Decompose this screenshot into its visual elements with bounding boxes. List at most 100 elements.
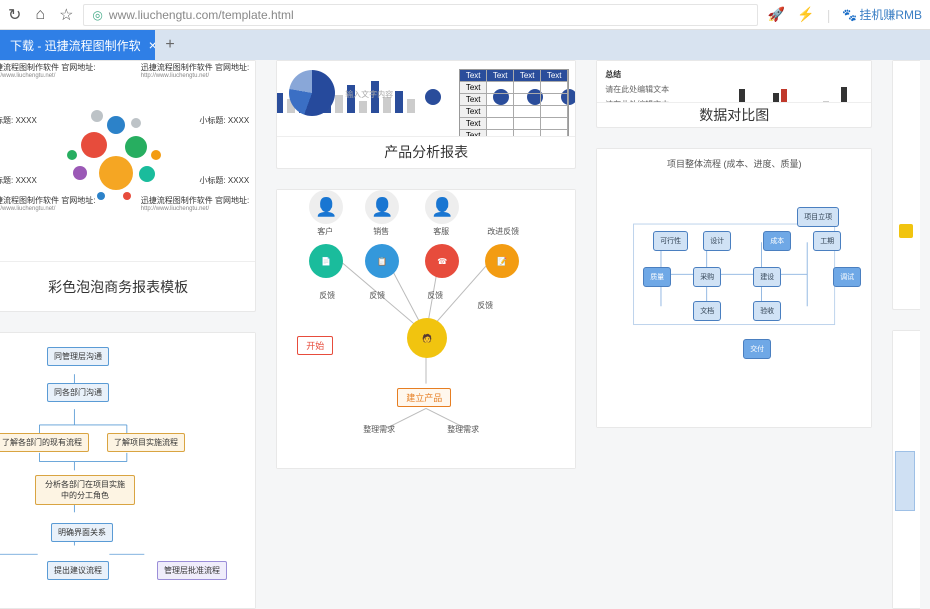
tab-active[interactable]: 下载 - 迅捷流程图制作软 ×	[0, 30, 155, 60]
req-label: 整理需求	[363, 424, 395, 435]
td: Text	[460, 106, 487, 117]
pf-node: 交付	[743, 339, 771, 359]
thumb-url: http://www.liuchengtu.net/	[141, 73, 249, 80]
pie-chart-icon	[289, 70, 335, 116]
card-thumbnail: 项目整体流程 (成本、进度、质量) 可行性 设计 成本 工期 质量 采购 建设 …	[597, 149, 871, 427]
pf-node: 可行性	[653, 231, 688, 251]
pf-node: 建设	[753, 267, 781, 287]
favorite-icon[interactable]: ☆	[59, 5, 73, 25]
flow-node: 了解各部门的现有流程	[0, 433, 89, 452]
address-bar[interactable]: ◎ www.liuchengtu.com/template.html	[83, 4, 757, 26]
flow-node: 分析各部门在项目实施中的分工角色	[35, 475, 135, 505]
pie-label: 输入文字内容	[345, 90, 393, 100]
flow-node: 管理层批准流程	[157, 561, 227, 580]
thumb-subtitle: 小标题: XXXX	[0, 116, 37, 126]
card-title: 彩色泡泡商务报表模板	[0, 261, 255, 311]
td: Text	[460, 118, 487, 129]
refresh-icon[interactable]: ↻	[8, 5, 21, 25]
thumb-label: 迅捷流程图制作软件 官网地址:	[141, 63, 249, 73]
pf-node: 调试	[833, 267, 861, 287]
summary-line: 请在此处编辑文本	[605, 99, 669, 102]
new-tab-button[interactable]: +	[155, 30, 185, 60]
summary-line: 请在此处编辑文本	[605, 84, 669, 95]
template-card[interactable]: 👤 👤 👤 客户 销售 客服 改进反馈 📄 📋 ☎ 📝 反馈 反馈 反馈 反馈 …	[276, 189, 576, 469]
role-label: 客服	[433, 226, 449, 237]
mini-table: Text Text Text Text Text Text Text Text …	[459, 69, 569, 136]
flow-node: 明确界面关系	[51, 523, 113, 542]
template-card[interactable]: 👤	[892, 330, 920, 609]
block-icon	[895, 451, 915, 511]
arrow-label: 反馈	[477, 300, 493, 311]
clipboard-icon: 📋	[365, 244, 399, 278]
th: Text	[487, 70, 514, 81]
card-thumbnail: 👤	[893, 331, 920, 608]
pf-node: 质量	[643, 267, 671, 287]
start-node: 开始	[297, 336, 333, 355]
card-thumbnail: 👤 👤 👤 客户 销售 客服 改进反馈 📄 📋 ☎ 📝 反馈 反馈 反馈 反馈 …	[277, 190, 575, 468]
nav-icon-group: ↻ ⌂ ☆	[8, 5, 73, 25]
flowchart-lines	[0, 348, 249, 593]
thumb-url: http://www.liuchengtu.net/	[0, 73, 95, 80]
note-icon: 📝	[485, 244, 519, 278]
td: Text	[460, 94, 487, 105]
thumb-subtitle: 小标题: XXXX	[0, 176, 37, 186]
th: Text	[460, 70, 487, 81]
card-thumbnail: 同管理层沟通 同各部门沟通 了解各部门的现有流程 了解项目实施流程 分析各部门在…	[0, 333, 255, 608]
avatar-icon: 👤	[309, 190, 343, 224]
thumb-subtitle: 小标题: XXXX	[199, 176, 249, 186]
card-thumbnail: 总结 请在此处编辑文本 请在此处编辑文本 请在此处编辑文本 类别1类别2类别3类…	[597, 61, 871, 102]
grid-col-2: Text Text Text Text Text Text Text Text …	[276, 60, 576, 609]
pf-node: 文档	[693, 301, 721, 321]
home-icon[interactable]: ⌂	[35, 6, 45, 24]
person-icon: 🧑	[407, 318, 447, 358]
grouped-bar-chart-icon	[739, 81, 863, 102]
bolt-icon[interactable]: ⚡	[797, 6, 814, 23]
template-card[interactable]: 迅捷流程图制作软件 官网地址: http://www.liuchengtu.ne…	[0, 60, 256, 312]
arrow-label: 反馈	[369, 290, 385, 301]
card-thumbnail	[893, 61, 920, 261]
req-label: 整理需求	[447, 424, 479, 435]
template-card[interactable]	[892, 60, 920, 310]
thumb-subtitle: 小标题: XXXX	[199, 116, 249, 126]
arrow-label: 反馈	[427, 290, 443, 301]
divider: |	[827, 7, 831, 23]
browser-toolbar: ↻ ⌂ ☆ ◎ www.liuchengtu.com/template.html…	[0, 0, 930, 30]
thumb-label: 迅捷流程图制作软件 官网地址:	[0, 63, 95, 73]
role-label: 客户	[317, 226, 333, 237]
pf-node: 设计	[703, 231, 731, 251]
pf-node: 工期	[813, 231, 841, 251]
template-card[interactable]: 项目整体流程 (成本、进度、质量) 可行性 设计 成本 工期 质量 采购 建设 …	[596, 148, 872, 428]
shape-icon	[899, 224, 913, 238]
tab-title: 下载 - 迅捷流程图制作软	[10, 37, 141, 54]
arrow-label: 反馈	[319, 290, 335, 301]
phone-icon: ☎	[425, 244, 459, 278]
th: Text	[514, 70, 541, 81]
build-node: 建立产品	[397, 388, 451, 407]
rocket-icon[interactable]: 🚀	[768, 6, 785, 23]
extension-button[interactable]: 🐾 挂机赚RMB	[842, 6, 922, 23]
pf-node: 采购	[693, 267, 721, 287]
grid-col-1: 迅捷流程图制作软件 官网地址: http://www.liuchengtu.ne…	[0, 60, 256, 609]
extension-label: 挂机赚RMB	[859, 6, 922, 23]
grid-col-4-partial: 👤	[892, 60, 920, 609]
pf-node: 成本	[763, 231, 791, 251]
summary-heading: 总结	[605, 69, 669, 80]
avatar-icon: 👤	[425, 190, 459, 224]
url-text: www.liuchengtu.com/template.html	[109, 8, 294, 22]
avatar-icon: 👤	[365, 190, 399, 224]
template-card[interactable]: 同管理层沟通 同各部门沟通 了解各部门的现有流程 了解项目实施流程 分析各部门在…	[0, 332, 256, 609]
template-card[interactable]: Text Text Text Text Text Text Text Text …	[276, 60, 576, 169]
flow-node: 提出建议流程	[47, 561, 109, 580]
th: Text	[541, 70, 568, 81]
td: Text	[460, 82, 487, 93]
role-label: 销售	[373, 226, 389, 237]
template-card[interactable]: 总结 请在此处编辑文本 请在此处编辑文本 请在此处编辑文本 类别1类别2类别3类…	[596, 60, 872, 128]
flow-node: 同各部门沟通	[47, 383, 109, 402]
role-label: 改进反馈	[487, 226, 519, 237]
bubble-chart-icon	[63, 106, 173, 216]
pf-node: 验收	[753, 301, 781, 321]
td: Text	[460, 130, 487, 136]
grid-col-3: 总结 请在此处编辑文本 请在此处编辑文本 请在此处编辑文本 类别1类别2类别3类…	[596, 60, 872, 609]
toolbar-right: 🚀 ⚡ | 🐾 挂机赚RMB	[768, 6, 922, 23]
template-grid: 迅捷流程图制作软件 官网地址: http://www.liuchengtu.ne…	[0, 60, 930, 609]
